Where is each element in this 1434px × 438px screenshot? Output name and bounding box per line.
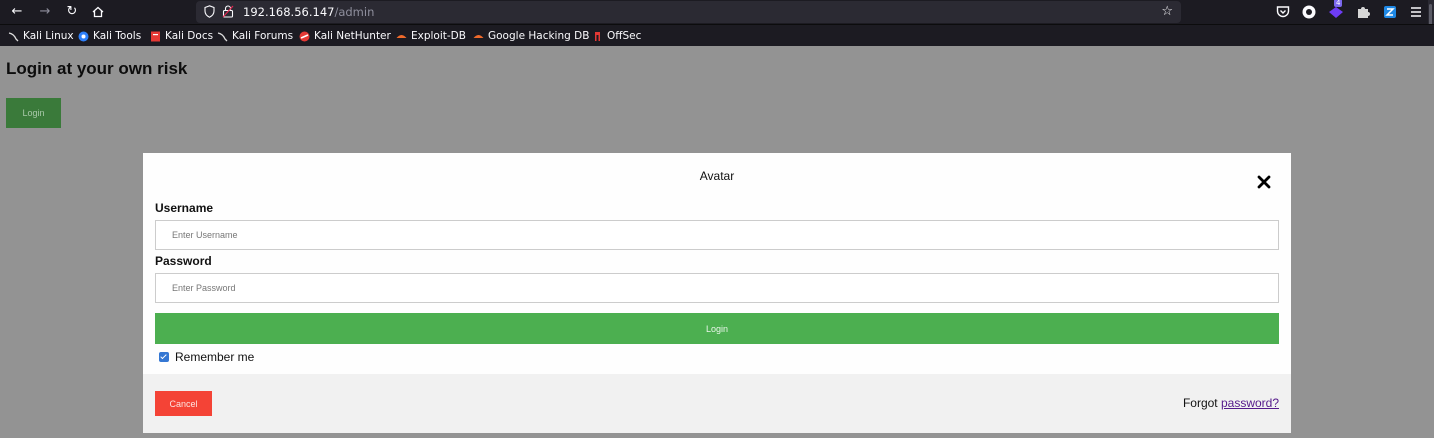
bookmark-offsec[interactable]: OffSec bbox=[592, 28, 641, 44]
extension-badge-icon[interactable]: 4 bbox=[1328, 0, 1344, 20]
nethunter-icon bbox=[299, 31, 310, 41]
remember-me-label: Remember me bbox=[175, 350, 255, 364]
url-path: /admin bbox=[334, 5, 375, 19]
url-host: 192.168.56.147 bbox=[243, 5, 335, 19]
kali-tools-icon bbox=[78, 31, 89, 41]
cancel-button[interactable]: Cancel bbox=[155, 391, 212, 416]
bookmark-exploit-db[interactable]: Exploit-DB bbox=[396, 28, 466, 44]
ghdb-icon bbox=[473, 34, 484, 38]
bookmark-label: Kali Docs bbox=[165, 30, 214, 42]
url-text: 192.168.56.147/admin bbox=[243, 4, 374, 20]
star-icon[interactable]: ☆ bbox=[1161, 3, 1173, 21]
bookmarks-bar: Kali Linux Kali Tools Kali Docs Kali For… bbox=[0, 24, 1434, 46]
browser-toolbar: ← → ↻ 192.168.56.147/admin ☆ 4 bbox=[0, 0, 1434, 24]
password-label: Password bbox=[155, 254, 212, 268]
forgot-password-link[interactable]: password? bbox=[1221, 396, 1279, 410]
forward-icon[interactable]: → bbox=[35, 2, 55, 22]
open-login-button[interactable]: Login bbox=[6, 98, 61, 128]
bookmark-kali-linux[interactable]: Kali Linux bbox=[8, 28, 74, 44]
remember-me: Remember me bbox=[159, 350, 254, 364]
shield-icon[interactable] bbox=[204, 5, 215, 18]
close-icon[interactable] bbox=[1256, 174, 1272, 190]
login-submit-button[interactable]: Login bbox=[155, 313, 1279, 344]
account-icon[interactable] bbox=[1301, 4, 1317, 20]
remember-me-checkbox[interactable] bbox=[159, 352, 169, 362]
pocket-icon[interactable] bbox=[1275, 4, 1291, 20]
username-input[interactable]: Enter Username bbox=[155, 220, 1279, 250]
bookmark-label: Kali Forums bbox=[232, 30, 294, 42]
page-heading: Login at your own risk bbox=[6, 59, 188, 78]
offsec-icon bbox=[595, 31, 600, 41]
password-input[interactable]: Enter Password bbox=[155, 273, 1279, 303]
bookmark-kali-tools[interactable]: Kali Tools bbox=[78, 28, 141, 44]
extension-badge-count: 4 bbox=[1334, 0, 1343, 7]
bookmark-label: Kali Tools bbox=[93, 30, 142, 42]
bookmark-label: Exploit-DB bbox=[411, 30, 466, 42]
exploit-db-icon bbox=[396, 34, 407, 38]
back-icon[interactable]: ← bbox=[7, 2, 27, 22]
bookmark-kali-docs[interactable]: Kali Docs bbox=[150, 28, 213, 44]
lock-icon[interactable] bbox=[222, 5, 234, 18]
kali-dragon-icon bbox=[8, 31, 19, 41]
address-bar[interactable]: 192.168.56.147/admin ☆ bbox=[196, 1, 1181, 23]
menu-icon[interactable] bbox=[1408, 4, 1424, 20]
extension-z-icon[interactable] bbox=[1382, 4, 1398, 20]
bookmark-label: Kali NetHunter bbox=[314, 30, 391, 42]
bookmark-kali-nethunter[interactable]: Kali NetHunter bbox=[299, 28, 391, 44]
forgot-password: Forgot password? bbox=[1183, 396, 1279, 410]
bookmark-kali-forums[interactable]: Kali Forums bbox=[217, 28, 293, 44]
reload-icon[interactable]: ↻ bbox=[62, 2, 82, 22]
forgot-text: Forgot bbox=[1182, 396, 1218, 410]
bookmark-label: Google Hacking DB bbox=[488, 30, 590, 42]
login-modal: Avatar Username Enter Username Password … bbox=[143, 153, 1291, 433]
extension-puzzle-icon[interactable] bbox=[1355, 4, 1371, 20]
home-icon[interactable] bbox=[88, 2, 108, 22]
bookmark-label: OffSec bbox=[607, 30, 642, 42]
kali-dragon-icon bbox=[217, 31, 228, 41]
username-label: Username bbox=[155, 201, 214, 215]
kali-docs-icon bbox=[151, 31, 160, 41]
bookmark-label: Kali Linux bbox=[23, 30, 74, 42]
bookmark-google-hacking-db[interactable]: Google Hacking DB bbox=[473, 28, 589, 44]
modal-title: Avatar bbox=[699, 169, 735, 183]
modal-footer: Cancel Forgot password? bbox=[143, 374, 1291, 433]
